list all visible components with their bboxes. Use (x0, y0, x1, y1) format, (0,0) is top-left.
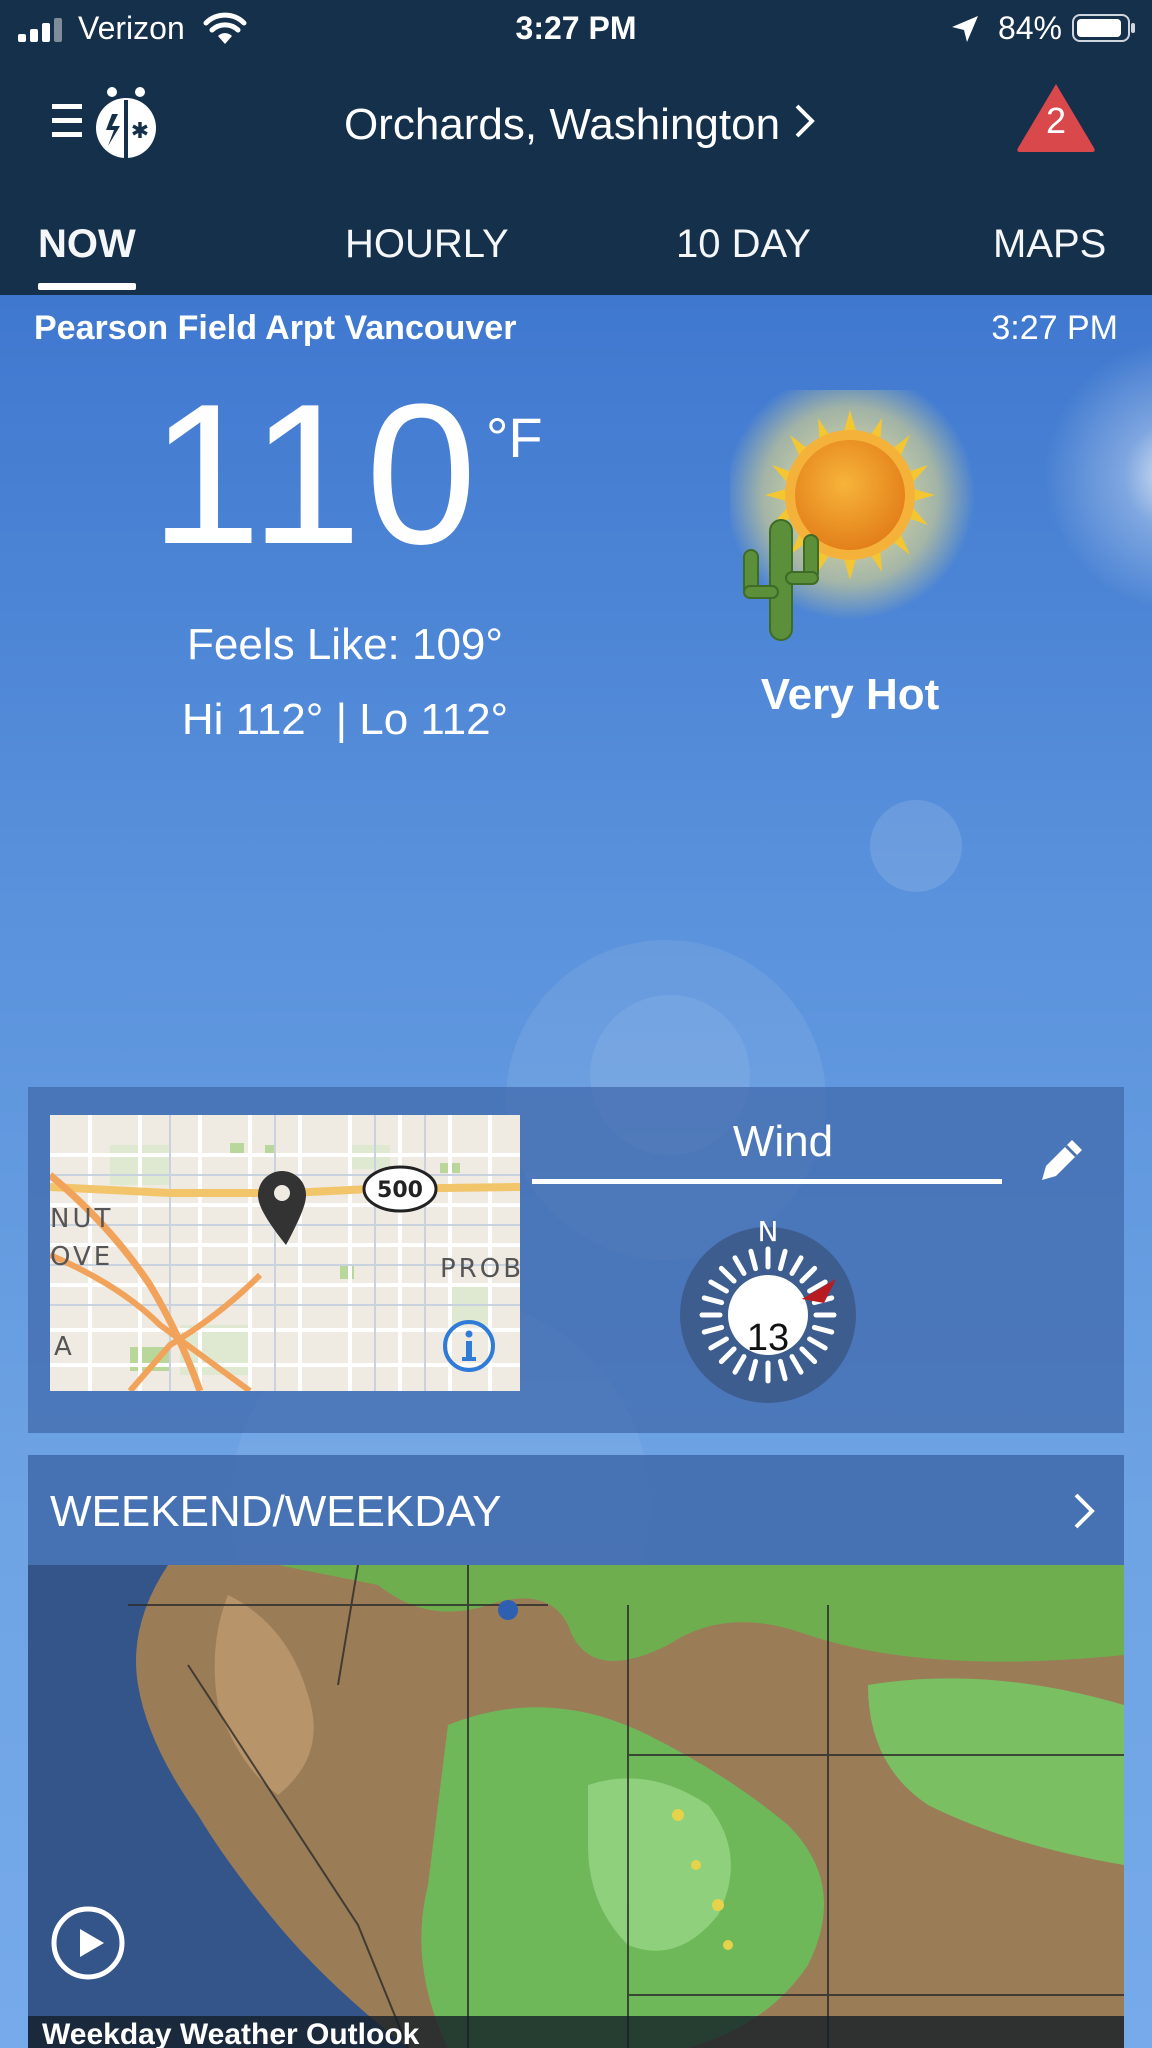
hi-lo-temperature: Hi 112° | Lo 112° (181, 695, 509, 744)
edit-pencil-icon[interactable] (1034, 1132, 1090, 1188)
location-selector[interactable]: Orchards, Washington (300, 100, 860, 160)
location-name: Orchards, Washington (343, 100, 781, 149)
battery-percent: 84% (997, 10, 1062, 46)
sun-cactus-icon (730, 390, 975, 641)
map-place-label: A (54, 1332, 75, 1362)
sun-flare (1020, 315, 1152, 635)
tab-bar: NOW HOURLY 10 DAY MAPS (0, 210, 1152, 290)
alert-count: 2 (1045, 100, 1067, 141)
menu-logo-button[interactable]: ✱ (52, 80, 164, 160)
outlook-video[interactable]: Weekday Weather Outlook (28, 1565, 1124, 2048)
app-header: Verizon 3:27 PM 84% ✱ Orchards, Washingt… (0, 0, 1152, 295)
wind-title: Wind (732, 1117, 834, 1166)
status-bar: Verizon 3:27 PM 84% (0, 0, 1152, 60)
observation-time: 3:27 PM (991, 309, 1118, 347)
station-name: Pearson Field Arpt Vancouver (34, 309, 517, 347)
map-place-label: PROB (440, 1254, 520, 1284)
play-button-icon[interactable] (50, 1905, 126, 1981)
highway-label: 500 (377, 1178, 423, 1203)
current-temperature: 110 (150, 363, 481, 586)
compass-north-label: N (758, 1217, 779, 1248)
current-conditions-panel: Pearson Field Arpt Vancouver 3:27 PM 110… (0, 295, 1152, 2048)
lens-flare (870, 800, 962, 892)
tab-now[interactable]: NOW (38, 216, 136, 290)
feels-like: Feels Like: 109° (187, 620, 503, 669)
svg-text:✱: ✱ (131, 119, 149, 144)
map-place-label: NUT (50, 1204, 113, 1234)
battery-icon (1072, 14, 1135, 42)
chevron-right-icon (795, 104, 815, 138)
outlook-title: WEEKEND/WEEKDAY (50, 1487, 502, 1536)
wind-divider (532, 1179, 1002, 1184)
map-wind-card: 500 NUT OVE PROB A Wind N 13 (28, 1087, 1124, 1433)
video-caption-bar: Weekday Weather Outlook (28, 2016, 1124, 2048)
condition-text: Very Hot (760, 670, 940, 719)
location-services-icon (952, 16, 978, 42)
radar-map-thumbnail[interactable]: 500 NUT OVE PROB A (50, 1115, 520, 1391)
tab-hourly[interactable]: HOURLY (345, 216, 509, 286)
wind-compass-icon: N (680, 1217, 856, 1403)
tab-10-day[interactable]: 10 DAY (676, 216, 811, 286)
map-place-label: OVE (50, 1242, 113, 1272)
video-caption: Weekday Weather Outlook (42, 2018, 420, 2048)
info-icon[interactable] (442, 1319, 496, 1373)
tab-maps[interactable]: MAPS (993, 216, 1106, 286)
temperature-unit: °F (486, 406, 543, 469)
satellite-map-image (28, 1565, 1124, 2048)
chevron-right-icon (1074, 1493, 1095, 1529)
outlook-card-header[interactable]: WEEKEND/WEEKDAY (28, 1455, 1124, 1565)
wind-speed: 13 (746, 1317, 790, 1359)
